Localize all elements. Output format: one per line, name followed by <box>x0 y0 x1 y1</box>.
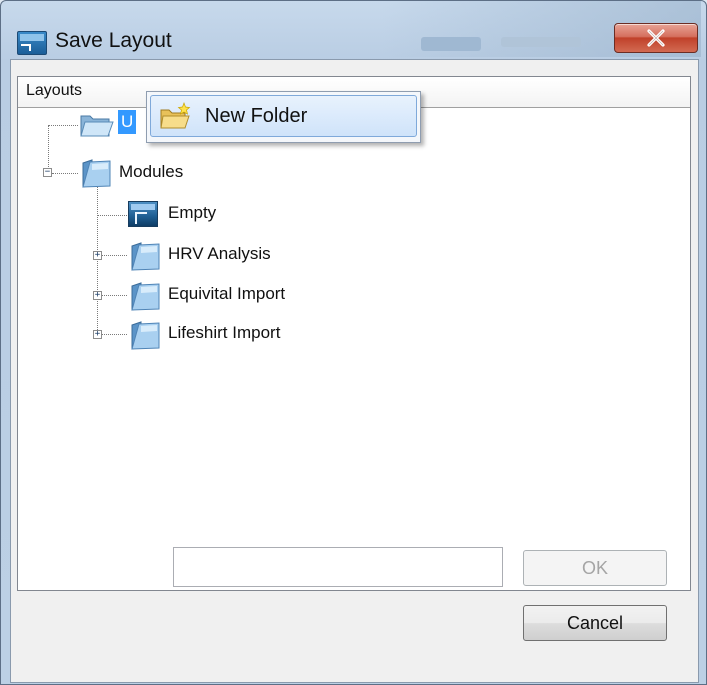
tree-node-empty[interactable]: Empty <box>168 203 216 223</box>
tree-node-u[interactable]: U <box>118 110 137 134</box>
tree-line <box>48 125 49 173</box>
expand-toggle[interactable]: + <box>93 251 102 260</box>
layout-name-input[interactable] <box>173 547 503 587</box>
close-button[interactable] <box>614 23 698 53</box>
tree-header-label: Layouts <box>26 82 83 99</box>
title-bar[interactable]: Save Layout <box>1 1 706 59</box>
tree-node-equivital-import[interactable]: Equivital Import <box>168 284 285 304</box>
tree-node-lifeshirt-import[interactable]: Lifeshirt Import <box>168 323 280 343</box>
folder-icon <box>131 282 160 311</box>
menu-item-label: New Folder <box>205 105 308 127</box>
expand-toggle[interactable]: + <box>93 330 102 339</box>
expand-toggle[interactable]: + <box>93 291 102 300</box>
folder-icon <box>131 242 160 271</box>
tree-line <box>97 187 98 334</box>
ok-button[interactable]: OK <box>523 550 667 586</box>
module-icon <box>128 201 158 227</box>
collapse-toggle[interactable]: − <box>43 168 52 177</box>
tree-line <box>52 173 78 174</box>
folder-icon <box>131 321 160 350</box>
layouts-tree[interactable]: Layouts U − Modules Empty + HRV Analysis… <box>17 76 691 591</box>
app-icon <box>17 31 47 55</box>
tree-line <box>97 215 127 216</box>
tree-line <box>102 295 127 296</box>
context-menu: New Folder <box>146 91 421 143</box>
close-icon <box>647 29 665 47</box>
folder-icon <box>82 159 111 188</box>
tree-line <box>102 255 127 256</box>
save-layout-dialog: Save Layout Layouts U − Modules Empty + … <box>0 0 707 685</box>
cancel-button[interactable]: Cancel <box>523 605 667 641</box>
tree-line <box>48 125 78 126</box>
menu-item-new-folder[interactable]: New Folder <box>150 95 417 137</box>
tree-line <box>102 334 127 335</box>
tree-node-modules[interactable]: Modules <box>119 162 183 182</box>
window-title: Save Layout <box>55 29 172 52</box>
new-folder-icon <box>160 102 191 129</box>
open-folder-icon <box>80 115 114 137</box>
tree-node-hrv-analysis[interactable]: HRV Analysis <box>168 244 271 264</box>
